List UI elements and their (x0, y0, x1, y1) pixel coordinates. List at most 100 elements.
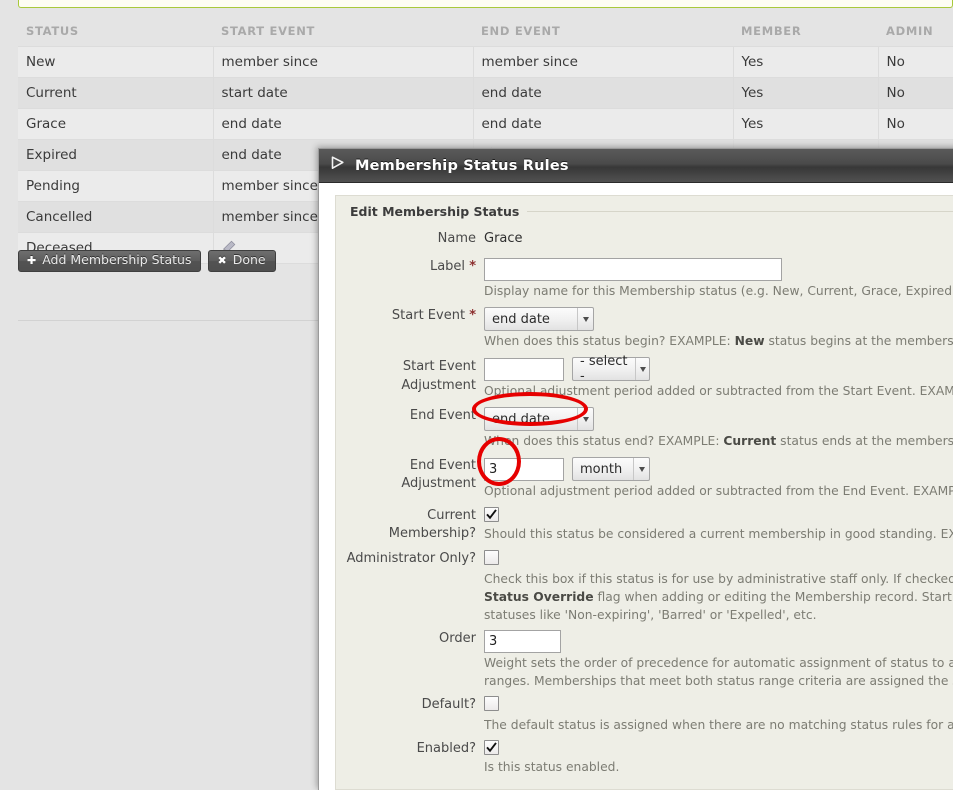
field-row-order: Order Weight sets the order of precedenc… (336, 630, 953, 689)
help-pre: Optional adjustment period added or subt… (484, 384, 953, 398)
membership-status-form: Name Grace Label * Display name for this… (336, 230, 953, 775)
required-asterisk: * (469, 308, 476, 323)
help-pre: When does this status end? EXAMPLE: (484, 434, 724, 448)
fieldset-legend: Edit Membership Status (350, 204, 528, 219)
field-row-default: Default? The default status is assigned … (336, 696, 953, 733)
end-event-adjustment-unit-value: month (580, 461, 623, 477)
add-membership-status-button[interactable]: ✚ Add Membership Status (18, 250, 202, 272)
end-event-select[interactable]: end date (484, 407, 594, 431)
enabled-checkbox[interactable] (484, 740, 499, 755)
chevron-down-icon (633, 458, 649, 480)
membership-status-rules-dialog: Membership Status Rules Edit Membership … (318, 148, 953, 790)
start-event-adjustment-amount-input[interactable] (484, 357, 564, 381)
column-header-admin[interactable]: ADMIN (878, 18, 953, 47)
cell-member: Yes (733, 77, 879, 109)
end-event-label: End Event (409, 408, 476, 423)
order-input[interactable] (484, 630, 561, 653)
current-membership-label: Current Membership? (388, 508, 476, 541)
order-help-line1: Weight sets the order of precedence for … (484, 656, 953, 670)
table-row[interactable]: Grace end date end date Yes No (18, 108, 953, 140)
end-event-adjustment-amount-input[interactable] (484, 457, 564, 481)
field-row-end-event: End Event end date When does this status… (336, 407, 953, 449)
done-label: Done (232, 252, 266, 268)
add-membership-status-label: Add Membership Status (42, 252, 192, 268)
dialog-title: Membership Status Rules (355, 157, 569, 174)
administrator-only-help-line1: Check this box if this status is for use… (484, 572, 953, 586)
name-label: Name (437, 231, 476, 246)
cell-end-event: end date (473, 108, 734, 140)
status-message-bar (18, 0, 953, 8)
column-header-status[interactable]: STATUS (18, 18, 213, 47)
administrator-only-help-line3: statuses like 'Non-expiring', 'Barred' o… (484, 608, 817, 622)
column-header-start-event[interactable]: START EVENT (213, 18, 473, 47)
chevron-down-icon (577, 308, 593, 330)
label-input[interactable] (484, 258, 782, 281)
default-checkbox[interactable] (484, 696, 499, 711)
dialog-titlebar[interactable]: Membership Status Rules (319, 149, 953, 183)
current-membership-help-text: Should this status be considered a curre… (484, 527, 953, 541)
cell-status: New (18, 46, 214, 78)
cell-member: Yes (733, 46, 879, 78)
close-x-icon: ✖ (217, 254, 227, 267)
start-event-label-text: Start Event (391, 308, 466, 323)
name-value: Grace (484, 231, 523, 246)
table-row[interactable]: Current start date end date Yes No (18, 77, 953, 109)
help-pre: Optional adjustment period added or subt… (484, 484, 953, 498)
field-row-administrator-only: Administrator Only? Check this box if th… (336, 550, 953, 623)
start-event-select[interactable]: end date (484, 307, 594, 331)
enabled-help-text: Is this status enabled. (484, 760, 620, 774)
start-event-adjustment-help-text: Optional adjustment period added or subt… (484, 383, 953, 399)
done-button[interactable]: ✖ Done (208, 250, 276, 272)
end-event-adjustment-unit-select[interactable]: month (572, 457, 650, 481)
column-header-end-event[interactable]: END EVENT (473, 18, 733, 47)
administrator-only-label: Administrator Only? (346, 551, 476, 566)
help-pre: When does this status begin? EXAMPLE: (484, 334, 735, 348)
current-membership-checkbox[interactable] (484, 507, 499, 522)
required-asterisk: * (469, 259, 476, 274)
cell-status: Cancelled (18, 201, 214, 233)
help-post: status begins at the membership 'join da… (768, 334, 953, 348)
status-override-bold: Status Override (484, 590, 594, 604)
order-help-line2: ranges. Memberships that meet both statu… (484, 674, 953, 688)
column-header-member[interactable]: MEMBER (733, 18, 878, 47)
help-bold: Current (723, 434, 777, 448)
order-label: Order (439, 631, 476, 646)
enabled-label: Enabled? (416, 741, 476, 756)
cell-admin: No (878, 46, 953, 78)
help-rest: flag when adding or editing the Membersh… (597, 590, 953, 604)
cell-status: Pending (18, 170, 214, 202)
check-icon (486, 742, 497, 753)
chevron-down-icon (635, 358, 649, 380)
label-help-text: Display name for this Membership status … (484, 284, 953, 298)
cell-status: Grace (18, 108, 214, 140)
cell-start-event: end date (213, 108, 474, 140)
default-label: Default? (421, 697, 476, 712)
cell-admin: No (878, 77, 953, 109)
administrator-only-checkbox[interactable] (484, 550, 499, 565)
end-event-selected-value: end date (492, 411, 550, 427)
start-event-label: Start Event * (336, 307, 484, 325)
start-event-adjustment-label-line1: Start Event (402, 359, 476, 374)
administrator-only-help-line2: Status Override flag when adding or edit… (484, 589, 953, 605)
check-icon (486, 509, 497, 520)
cell-member: Yes (733, 108, 879, 140)
table-header-row: STATUS START EVENT END EVENT MEMBER ADMI… (18, 18, 953, 47)
start-event-adjustment-unit-select[interactable]: - select - (572, 354, 650, 384)
cell-start-event: member since (213, 46, 474, 78)
start-event-adjustment-label-line2: Adjustment (401, 378, 476, 393)
cell-end-event: end date (473, 77, 734, 109)
help-post: status ends at the membership 'end date (780, 434, 953, 448)
default-help-text: The default status is assigned when ther… (484, 718, 953, 732)
label-field-label: Label * (336, 258, 484, 276)
label-field-label-text: Label (429, 259, 466, 274)
help-bold: New (734, 334, 765, 348)
field-row-current-membership: Current Membership? Should this status b… (336, 507, 953, 543)
plus-circle-icon: ✚ (27, 254, 37, 267)
dialog-body: Edit Membership Status Name Grace Label … (319, 183, 953, 790)
start-event-help-text: When does this status begin? EXAMPLE: Ne… (484, 333, 953, 349)
field-row-name: Name Grace (336, 230, 953, 248)
chevron-down-icon (577, 408, 593, 430)
edit-membership-status-fieldset: Edit Membership Status Name Grace Label … (335, 195, 953, 790)
cell-start-event: start date (213, 77, 474, 109)
table-row[interactable]: New member since member since Yes No (18, 46, 953, 78)
